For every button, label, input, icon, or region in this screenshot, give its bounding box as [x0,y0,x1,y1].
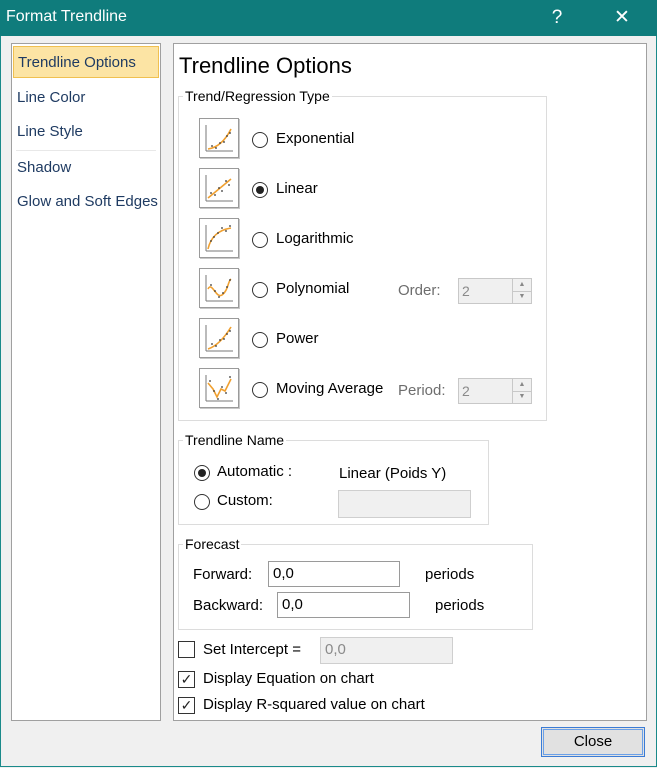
forward-label: Forward: [193,566,253,583]
moving-average-label: Moving Average [276,380,384,397]
polynomial-label: Polynomial [276,280,350,297]
custom-radio[interactable] [194,494,210,510]
backward-field[interactable]: 0,0 [277,592,410,618]
exponential-trend-icon[interactable] [199,118,239,158]
linear-label: Linear [276,180,318,197]
custom-name-field[interactable] [338,490,471,518]
display-r-squared-checkbox[interactable]: ✓ [178,697,195,714]
logarithmic-label: Logarithmic [276,230,354,247]
polynomial-radio[interactable] [252,282,268,298]
power-radio[interactable] [252,332,268,348]
forward-field[interactable]: 0,0 [268,561,400,587]
logarithmic-trend-icon[interactable] [199,218,239,258]
help-button[interactable]: ? [537,4,577,32]
nav-item-line-color[interactable]: Line Color [13,82,159,114]
trend-type-group: Trend/Regression Type Exponential Linear… [178,88,547,421]
exponential-radio[interactable] [252,132,268,148]
linear-trend-icon[interactable] [199,168,239,208]
exponential-label: Exponential [276,130,355,147]
set-intercept-checkbox[interactable] [178,641,195,658]
nav-item-trendline-options[interactable]: Trendline Options [13,46,159,78]
display-equation-checkbox[interactable]: ✓ [178,671,195,688]
trendline-name-group-label: Trendline Name [183,432,287,448]
power-trend-icon[interactable] [199,318,239,358]
close-button[interactable]: Close [541,727,645,757]
set-intercept-label: Set Intercept = [203,641,301,658]
title-bar: Format Trendline ? ✕ [0,0,657,36]
automatic-name-value: Linear (Poids Y) [339,465,447,482]
custom-label: Custom: [217,492,273,509]
period-label: Period: [398,382,446,399]
window-title: Format Trendline [6,8,127,25]
panel-title: Trendline Options [179,53,352,78]
automatic-radio[interactable] [194,465,210,481]
moving-average-trend-icon[interactable] [199,368,239,408]
forward-periods-label: periods [425,566,475,583]
options-panel: Trendline Options Trend/Regression Type … [173,43,647,721]
backward-label: Backward: [193,597,264,614]
nav-separator [16,150,156,151]
forecast-group: Forecast Forward: 0,0 periods Backward: … [178,536,533,630]
order-down-icon[interactable]: ▼ [513,291,531,303]
linear-radio[interactable] [252,182,268,198]
order-value: 2 [462,283,470,299]
trend-type-group-label: Trend/Regression Type [183,88,332,104]
power-label: Power [276,330,319,347]
nav-item-glow-soft-edges[interactable]: Glow and Soft Edges [13,186,159,218]
period-value: 2 [462,383,470,399]
automatic-label: Automatic : [217,463,293,480]
polynomial-trend-icon[interactable] [199,268,239,308]
forecast-group-label: Forecast [183,536,242,552]
close-window-button[interactable]: ✕ [602,4,642,32]
period-spinner[interactable]: 2 ▲ ▼ [458,378,532,404]
moving-average-radio[interactable] [252,382,268,398]
category-list: Trendline Options Line Color Line Style … [11,43,161,721]
logarithmic-radio[interactable] [252,232,268,248]
order-label: Order: [398,282,441,299]
intercept-field[interactable]: 0,0 [320,637,453,664]
period-down-icon[interactable]: ▼ [513,391,531,403]
nav-item-line-style[interactable]: Line Style [13,116,159,148]
display-r-squared-label: Display R-squared value on chart [203,696,425,713]
order-spinner[interactable]: 2 ▲ ▼ [458,278,532,304]
nav-item-shadow[interactable]: Shadow [13,152,159,184]
display-equation-label: Display Equation on chart [203,670,374,687]
backward-periods-label: periods [435,597,485,614]
trendline-name-group: Trendline Name Automatic : Linear (Poids… [178,432,489,525]
close-button-label: Close [573,733,613,750]
